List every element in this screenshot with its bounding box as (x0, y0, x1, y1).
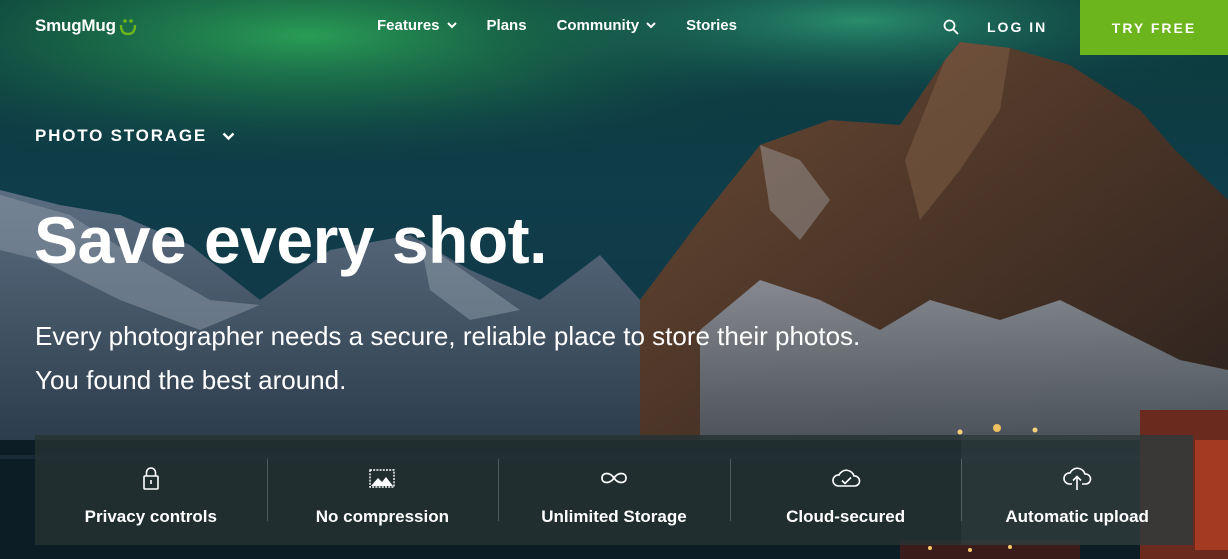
chevron-down-icon (222, 132, 235, 140)
feature-strip: Privacy controls No compression Unlimite… (35, 435, 1193, 545)
infinity-icon (601, 472, 627, 484)
section-dropdown-label: PHOTO STORAGE (35, 126, 208, 145)
nav-item-label: Plans (486, 17, 527, 34)
nav-item-features[interactable]: Features (377, 17, 457, 34)
smile-logo-icon (119, 19, 136, 36)
chevron-down-icon (446, 22, 457, 29)
nav-item-stories[interactable]: Stories (686, 17, 737, 34)
feature-label: Automatic upload (1005, 507, 1149, 526)
hero-subheading: Every photographer needs a secure, relia… (35, 321, 861, 395)
feature-no-compression[interactable]: No compression (266, 435, 499, 545)
login-link[interactable]: LOG IN (987, 19, 1047, 35)
nav-item-label: Features (377, 17, 440, 34)
logo-wordmark: SmugMug (35, 16, 116, 35)
nav-item-label: Community (556, 17, 640, 34)
cloud-check-icon (831, 469, 860, 487)
lock-icon (142, 467, 159, 490)
feature-label: Unlimited Storage (541, 507, 687, 526)
image-icon (369, 469, 396, 488)
nav-item-community[interactable]: Community (557, 17, 657, 34)
feature-privacy-controls[interactable]: Privacy controls (35, 435, 267, 545)
feature-automatic-upload[interactable]: Automatic upload (961, 435, 1193, 545)
cloud-upload-icon (1063, 467, 1092, 490)
feature-label: Cloud-secured (786, 507, 906, 526)
feature-label: No compression (315, 507, 449, 526)
chevron-down-icon (646, 22, 656, 29)
hero-headline: Save every shot. (34, 203, 547, 277)
nav-item-label: Stories (686, 17, 737, 34)
feature-label: Privacy controls (84, 507, 217, 526)
top-navigation-bar: SmugMug Features Plans Community Stories… (0, 0, 1228, 55)
feature-cloud-secured[interactable]: Cloud-secured (729, 435, 962, 545)
try-free-button[interactable]: TRY FREE (1080, 0, 1228, 55)
section-dropdown[interactable]: PHOTO STORAGE (35, 126, 235, 146)
smugmug-logo[interactable]: SmugMug (35, 15, 137, 37)
nav-item-plans[interactable]: Plans (487, 17, 527, 34)
feature-unlimited-storage[interactable]: Unlimited Storage (498, 435, 730, 545)
main-nav: Features Plans Community Stories (377, 17, 767, 34)
search-icon[interactable] (943, 19, 959, 35)
